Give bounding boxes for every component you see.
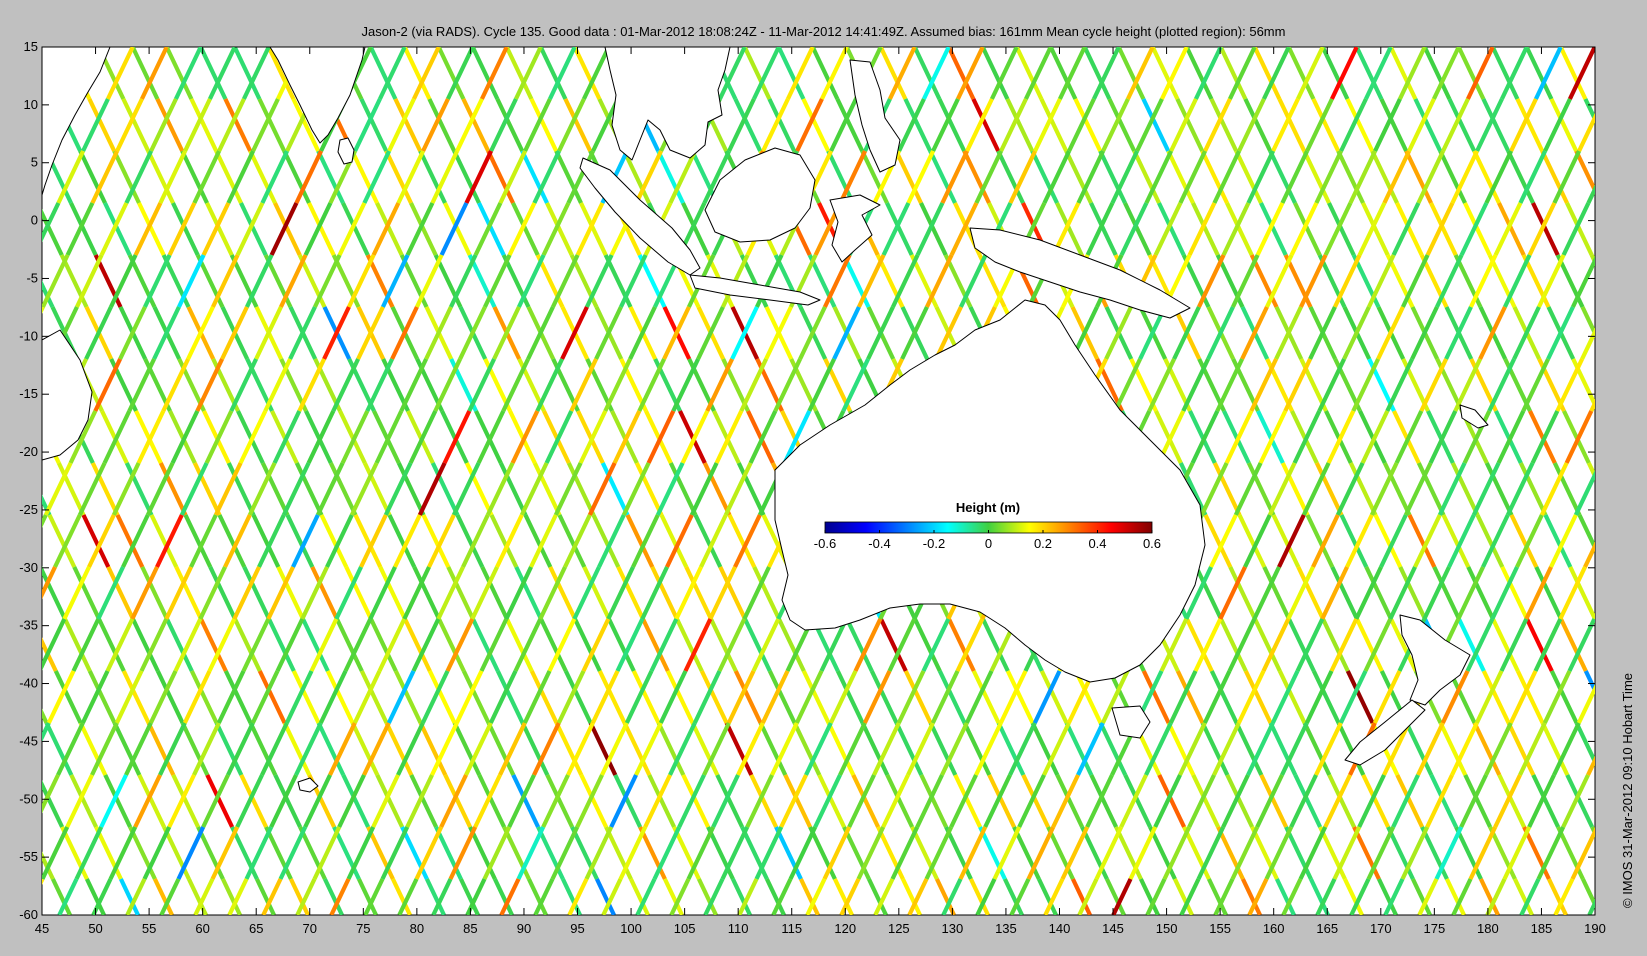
x-tick-label: 175 bbox=[1423, 921, 1445, 936]
y-tick-label: -25 bbox=[19, 502, 38, 517]
track-segment bbox=[0, 203, 24, 255]
track-segment bbox=[1593, 619, 1595, 624]
x-tick-label: 190 bbox=[1584, 921, 1606, 936]
y-tick-label: -20 bbox=[19, 444, 38, 459]
x-tick-label: 70 bbox=[303, 921, 317, 936]
track-segment bbox=[1598, 411, 1623, 463]
colorbar-tick-label: -0.2 bbox=[923, 536, 945, 551]
x-tick-label: 45 bbox=[35, 921, 49, 936]
track-segment bbox=[1614, 515, 1639, 567]
x-tick-label: 150 bbox=[1156, 921, 1178, 936]
track-segment bbox=[1598, 203, 1623, 255]
y-tick-label: -45 bbox=[19, 733, 38, 748]
x-tick-label: 155 bbox=[1209, 921, 1231, 936]
x-tick-label: 75 bbox=[356, 921, 370, 936]
colorbar-tick-label: 0.6 bbox=[1143, 536, 1161, 551]
credit-text: © IMOS 31-Mar-2012 09:10 Hobart Time bbox=[1620, 672, 1635, 908]
x-tick-label: 100 bbox=[620, 921, 642, 936]
x-tick-label: 65 bbox=[249, 921, 263, 936]
x-tick-label: 170 bbox=[1370, 921, 1392, 936]
y-tick-label: 5 bbox=[31, 155, 38, 170]
track-segment bbox=[1592, 612, 1595, 620]
y-tick-label: -15 bbox=[19, 386, 38, 401]
y-tick-label: -55 bbox=[19, 849, 38, 864]
x-tick-label: 90 bbox=[517, 921, 531, 936]
y-tick-label: 15 bbox=[24, 39, 38, 54]
y-tick-label: -50 bbox=[19, 791, 38, 806]
x-tick-label: 50 bbox=[88, 921, 102, 936]
x-tick-label: 115 bbox=[781, 921, 802, 936]
x-tick-label: 165 bbox=[1316, 921, 1338, 936]
x-tick-label: 95 bbox=[570, 921, 584, 936]
colorbar-tick-label: 0.4 bbox=[1088, 536, 1106, 551]
x-tick-label: 60 bbox=[195, 921, 209, 936]
colorbar-tick-label: -0.4 bbox=[868, 536, 890, 551]
track-segment bbox=[1590, 826, 1595, 838]
track-segment bbox=[1607, 359, 1632, 411]
track-segment bbox=[1610, 463, 1635, 515]
y-tick-label: 10 bbox=[24, 97, 38, 112]
y-tick-label: -5 bbox=[26, 270, 38, 285]
y-tick-label: -40 bbox=[19, 676, 38, 691]
track-segment bbox=[9, 359, 34, 411]
y-tick-label: -30 bbox=[19, 560, 38, 575]
x-tick-label: 105 bbox=[674, 921, 696, 936]
x-tick-label: 85 bbox=[463, 921, 477, 936]
track-segment bbox=[3, 203, 28, 255]
colorbar-tick-label: 0.2 bbox=[1034, 536, 1052, 551]
track-segment bbox=[1592, 47, 1595, 53]
x-tick-label: 140 bbox=[1049, 921, 1071, 936]
track-segment bbox=[1604, 47, 1629, 99]
x-tick-label: 180 bbox=[1477, 921, 1499, 936]
y-tick-label: 0 bbox=[31, 213, 38, 228]
x-tick-label: 55 bbox=[142, 921, 156, 936]
x-tick-label: 80 bbox=[410, 921, 424, 936]
track-segment bbox=[1604, 567, 1629, 619]
track-segment bbox=[1607, 255, 1632, 307]
x-tick-label: 145 bbox=[1102, 921, 1124, 936]
x-tick-label: 160 bbox=[1263, 921, 1285, 936]
y-tick-label: -10 bbox=[19, 328, 38, 343]
x-tick-label: 130 bbox=[942, 921, 964, 936]
track-segment bbox=[1613, 99, 1638, 151]
track-segment bbox=[1610, 151, 1635, 203]
colorbar-tick-label: -0.6 bbox=[814, 536, 836, 551]
track-segment bbox=[1604, 619, 1629, 671]
x-tick-label: 135 bbox=[995, 921, 1017, 936]
x-tick-label: 185 bbox=[1531, 921, 1553, 936]
track-segment bbox=[6, 47, 31, 99]
track-segment bbox=[1601, 411, 1626, 463]
map-figure: 45 50 55 60 65 70 75 80 85 90 95 100 105 110 115 120 125… bbox=[0, 39, 1639, 936]
colorbar-tick-label: 0 bbox=[985, 536, 992, 551]
track-segment bbox=[1597, 775, 1622, 827]
x-tick-label: 110 bbox=[728, 921, 749, 936]
y-tick-label: -60 bbox=[19, 907, 38, 922]
x-tick-label: 125 bbox=[888, 921, 910, 936]
y-tick-label: -35 bbox=[19, 618, 38, 633]
colorbar-title: Height (m) bbox=[956, 500, 1020, 515]
x-tick-label: 120 bbox=[834, 921, 856, 936]
track-segment bbox=[1601, 203, 1626, 255]
track-segment bbox=[13, 723, 38, 775]
